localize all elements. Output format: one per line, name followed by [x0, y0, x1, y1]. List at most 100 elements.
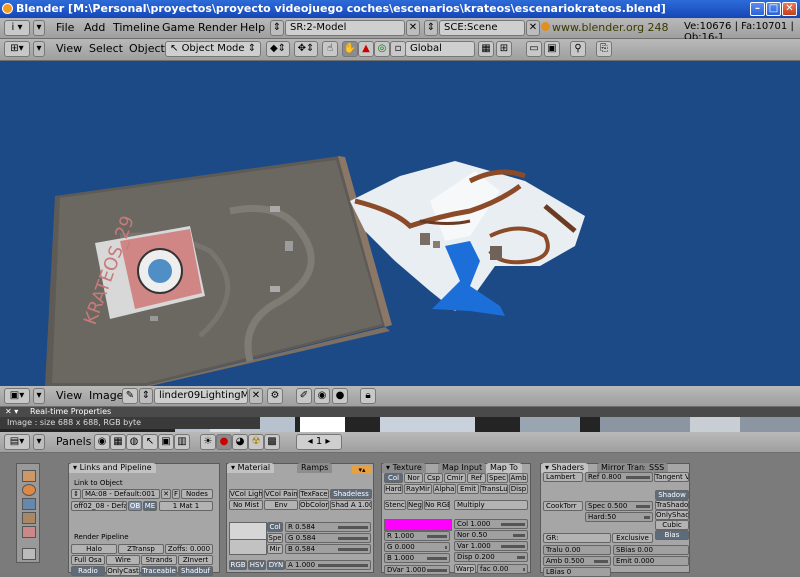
- obcolor-button[interactable]: ObColor: [299, 500, 329, 510]
- image-pack-icon[interactable]: ⚙: [267, 388, 283, 404]
- map-translu-button[interactable]: TransLu: [480, 484, 508, 494]
- preview-hair-icon[interactable]: [22, 526, 36, 538]
- copy-icon[interactable]: ⎘: [596, 41, 612, 57]
- world-context-icon[interactable]: ◕: [232, 434, 248, 450]
- object-context-icon[interactable]: ↖: [142, 434, 158, 450]
- r-slider[interactable]: R 0.584: [285, 522, 371, 532]
- links-tab-label[interactable]: ▾ Links and Pipeline: [69, 463, 156, 473]
- onlycast-button[interactable]: OnlyCast: [106, 566, 140, 576]
- image-editor-type-icon[interactable]: ▣▾: [4, 388, 30, 404]
- color-swatch[interactable]: [229, 522, 267, 540]
- radio-button[interactable]: Radio: [71, 566, 105, 576]
- light-group-field[interactable]: GR:: [543, 533, 611, 543]
- shadbuf-button[interactable]: Shadbuf: [178, 566, 213, 576]
- shading-context-icon[interactable]: ◍: [126, 434, 142, 450]
- lbias-slider[interactable]: LBias 0: [543, 567, 611, 577]
- image-browse-icon[interactable]: ⇕: [139, 388, 153, 404]
- g-slider[interactable]: G 0.584: [285, 533, 371, 543]
- image-lock-icon[interactable]: 🔒︎: [360, 388, 376, 404]
- mir-button[interactable]: Mir: [267, 544, 283, 554]
- map-var-slider[interactable]: Var 1.000: [454, 541, 528, 551]
- shad-alpha-field[interactable]: Shad A 1.00: [330, 500, 372, 510]
- map-input-tab[interactable]: Map Input: [438, 463, 487, 473]
- mode-selector[interactable]: ↖ Object Mode ⇕: [165, 41, 261, 57]
- layer-icon[interactable]: ▦: [478, 41, 494, 57]
- editor-type-icon[interactable]: i ▾: [4, 20, 30, 36]
- image-sample-icon[interactable]: ◉: [314, 388, 330, 404]
- wire-button[interactable]: Wire: [106, 555, 140, 565]
- nodes-button[interactable]: Nodes: [181, 489, 213, 499]
- no-rgb-button[interactable]: No RGB: [424, 500, 450, 510]
- alpha-slider[interactable]: A 1.000: [285, 560, 371, 570]
- hard-slider[interactable]: Hard:50: [585, 512, 653, 522]
- manipulator-toggle-icon[interactable]: ☝: [322, 41, 338, 57]
- env-button[interactable]: Env: [264, 500, 298, 510]
- buttons-collapse-icon[interactable]: ▾: [33, 434, 45, 450]
- screen-field[interactable]: SR:2-Model: [285, 20, 405, 36]
- preview-sphere-icon[interactable]: [22, 484, 36, 496]
- scene-field[interactable]: SCE:Scene: [439, 20, 525, 36]
- maximize-icon[interactable]: □: [766, 2, 781, 16]
- map-col-slider[interactable]: Col 1.000: [454, 519, 528, 529]
- tangent-v-button[interactable]: Tangent V: [654, 472, 689, 482]
- render-preview-icon[interactable]: ▭: [526, 41, 542, 57]
- orientation-selector[interactable]: Global: [405, 41, 475, 57]
- map-disp-slider[interactable]: Disp 0.200: [454, 552, 528, 562]
- menu-game[interactable]: Game: [162, 21, 195, 34]
- collapse-menu-icon[interactable]: ▾: [33, 20, 45, 36]
- cubic-button[interactable]: Cubic: [655, 520, 689, 530]
- traceable-button[interactable]: Traceable: [141, 566, 177, 576]
- zinvert-button[interactable]: ZInvert: [178, 555, 213, 565]
- shadow-button[interactable]: Shadow: [655, 490, 689, 500]
- image-delete-icon[interactable]: ✕: [249, 388, 263, 404]
- trashado-button[interactable]: TraShado: [655, 500, 689, 510]
- texface-button[interactable]: TexFace: [299, 489, 329, 499]
- view3d-collapse-icon[interactable]: ▾: [33, 41, 45, 57]
- tex-b-slider[interactable]: B 1.000: [384, 553, 450, 563]
- minimize-icon[interactable]: –: [750, 2, 765, 16]
- image-sync-icon[interactable]: ●: [332, 388, 348, 404]
- map-csp-button[interactable]: Csp: [424, 473, 443, 483]
- view3d-editor-icon[interactable]: ⊞▾: [4, 41, 30, 57]
- fullosa-button[interactable]: Full Osa: [71, 555, 105, 565]
- tex-r-slider[interactable]: R 1.000: [384, 531, 450, 541]
- menu-timeline[interactable]: Timeline: [113, 21, 160, 34]
- map-nor-slider[interactable]: Nor 0.50: [454, 530, 528, 540]
- exclusive-button[interactable]: Exclusive: [612, 533, 653, 543]
- preview-render-icon[interactable]: [22, 548, 36, 560]
- spec-slider[interactable]: Spec 0.500: [585, 501, 653, 511]
- tralu-slider[interactable]: Tralu 0.00: [543, 545, 611, 555]
- ma-field[interactable]: MA:08 - Default:001: [82, 489, 160, 499]
- menu-image[interactable]: Image: [89, 389, 123, 402]
- ma-browse-icon[interactable]: ⇕: [71, 489, 81, 499]
- shadeless-button[interactable]: Shadeless: [330, 489, 372, 499]
- paint-brush-icon[interactable]: ✎: [122, 388, 138, 404]
- radiosity-context-icon[interactable]: ☢: [248, 434, 264, 450]
- image-paint-icon[interactable]: ✐: [296, 388, 312, 404]
- emit-slider[interactable]: Emit 0.000: [613, 556, 689, 566]
- map-nor-button[interactable]: Nor: [404, 473, 423, 483]
- no-mist-button[interactable]: No Mist: [229, 500, 263, 510]
- specular-shader-select[interactable]: CookTorr: [543, 501, 583, 511]
- menu-help[interactable]: Help: [240, 21, 265, 34]
- mat-count-field[interactable]: 1 Mat 1: [159, 501, 213, 511]
- spec-swatch[interactable]: [229, 539, 267, 555]
- buttons-editor-icon[interactable]: ▤▾: [4, 434, 30, 450]
- bias-button[interactable]: Bias: [655, 530, 689, 540]
- rgb-mode-button[interactable]: RGB: [229, 560, 247, 570]
- tex-g-slider[interactable]: G 0.000: [384, 542, 450, 552]
- render-icon[interactable]: ▣: [544, 41, 560, 57]
- diffuse-shader-select[interactable]: Lambert: [543, 472, 583, 482]
- ztransp-button[interactable]: ZTransp: [118, 544, 164, 554]
- ramps-tab[interactable]: Ramps: [297, 463, 333, 473]
- menu-object[interactable]: Object: [129, 42, 165, 55]
- preview-plane-icon[interactable]: [22, 470, 36, 482]
- scene-delete-icon[interactable]: ✕: [526, 20, 540, 36]
- pivot-icon[interactable]: ✥⇕: [294, 41, 318, 57]
- ob-button[interactable]: OB: [128, 501, 142, 511]
- halo-button[interactable]: Halo: [71, 544, 117, 554]
- screen-delete-icon[interactable]: ✕: [406, 20, 420, 36]
- strands-button[interactable]: Strands: [141, 555, 177, 565]
- vcol-paint-button[interactable]: VCol Paint: [264, 489, 298, 499]
- frame-field[interactable]: ◂ 1 ▸: [296, 434, 342, 450]
